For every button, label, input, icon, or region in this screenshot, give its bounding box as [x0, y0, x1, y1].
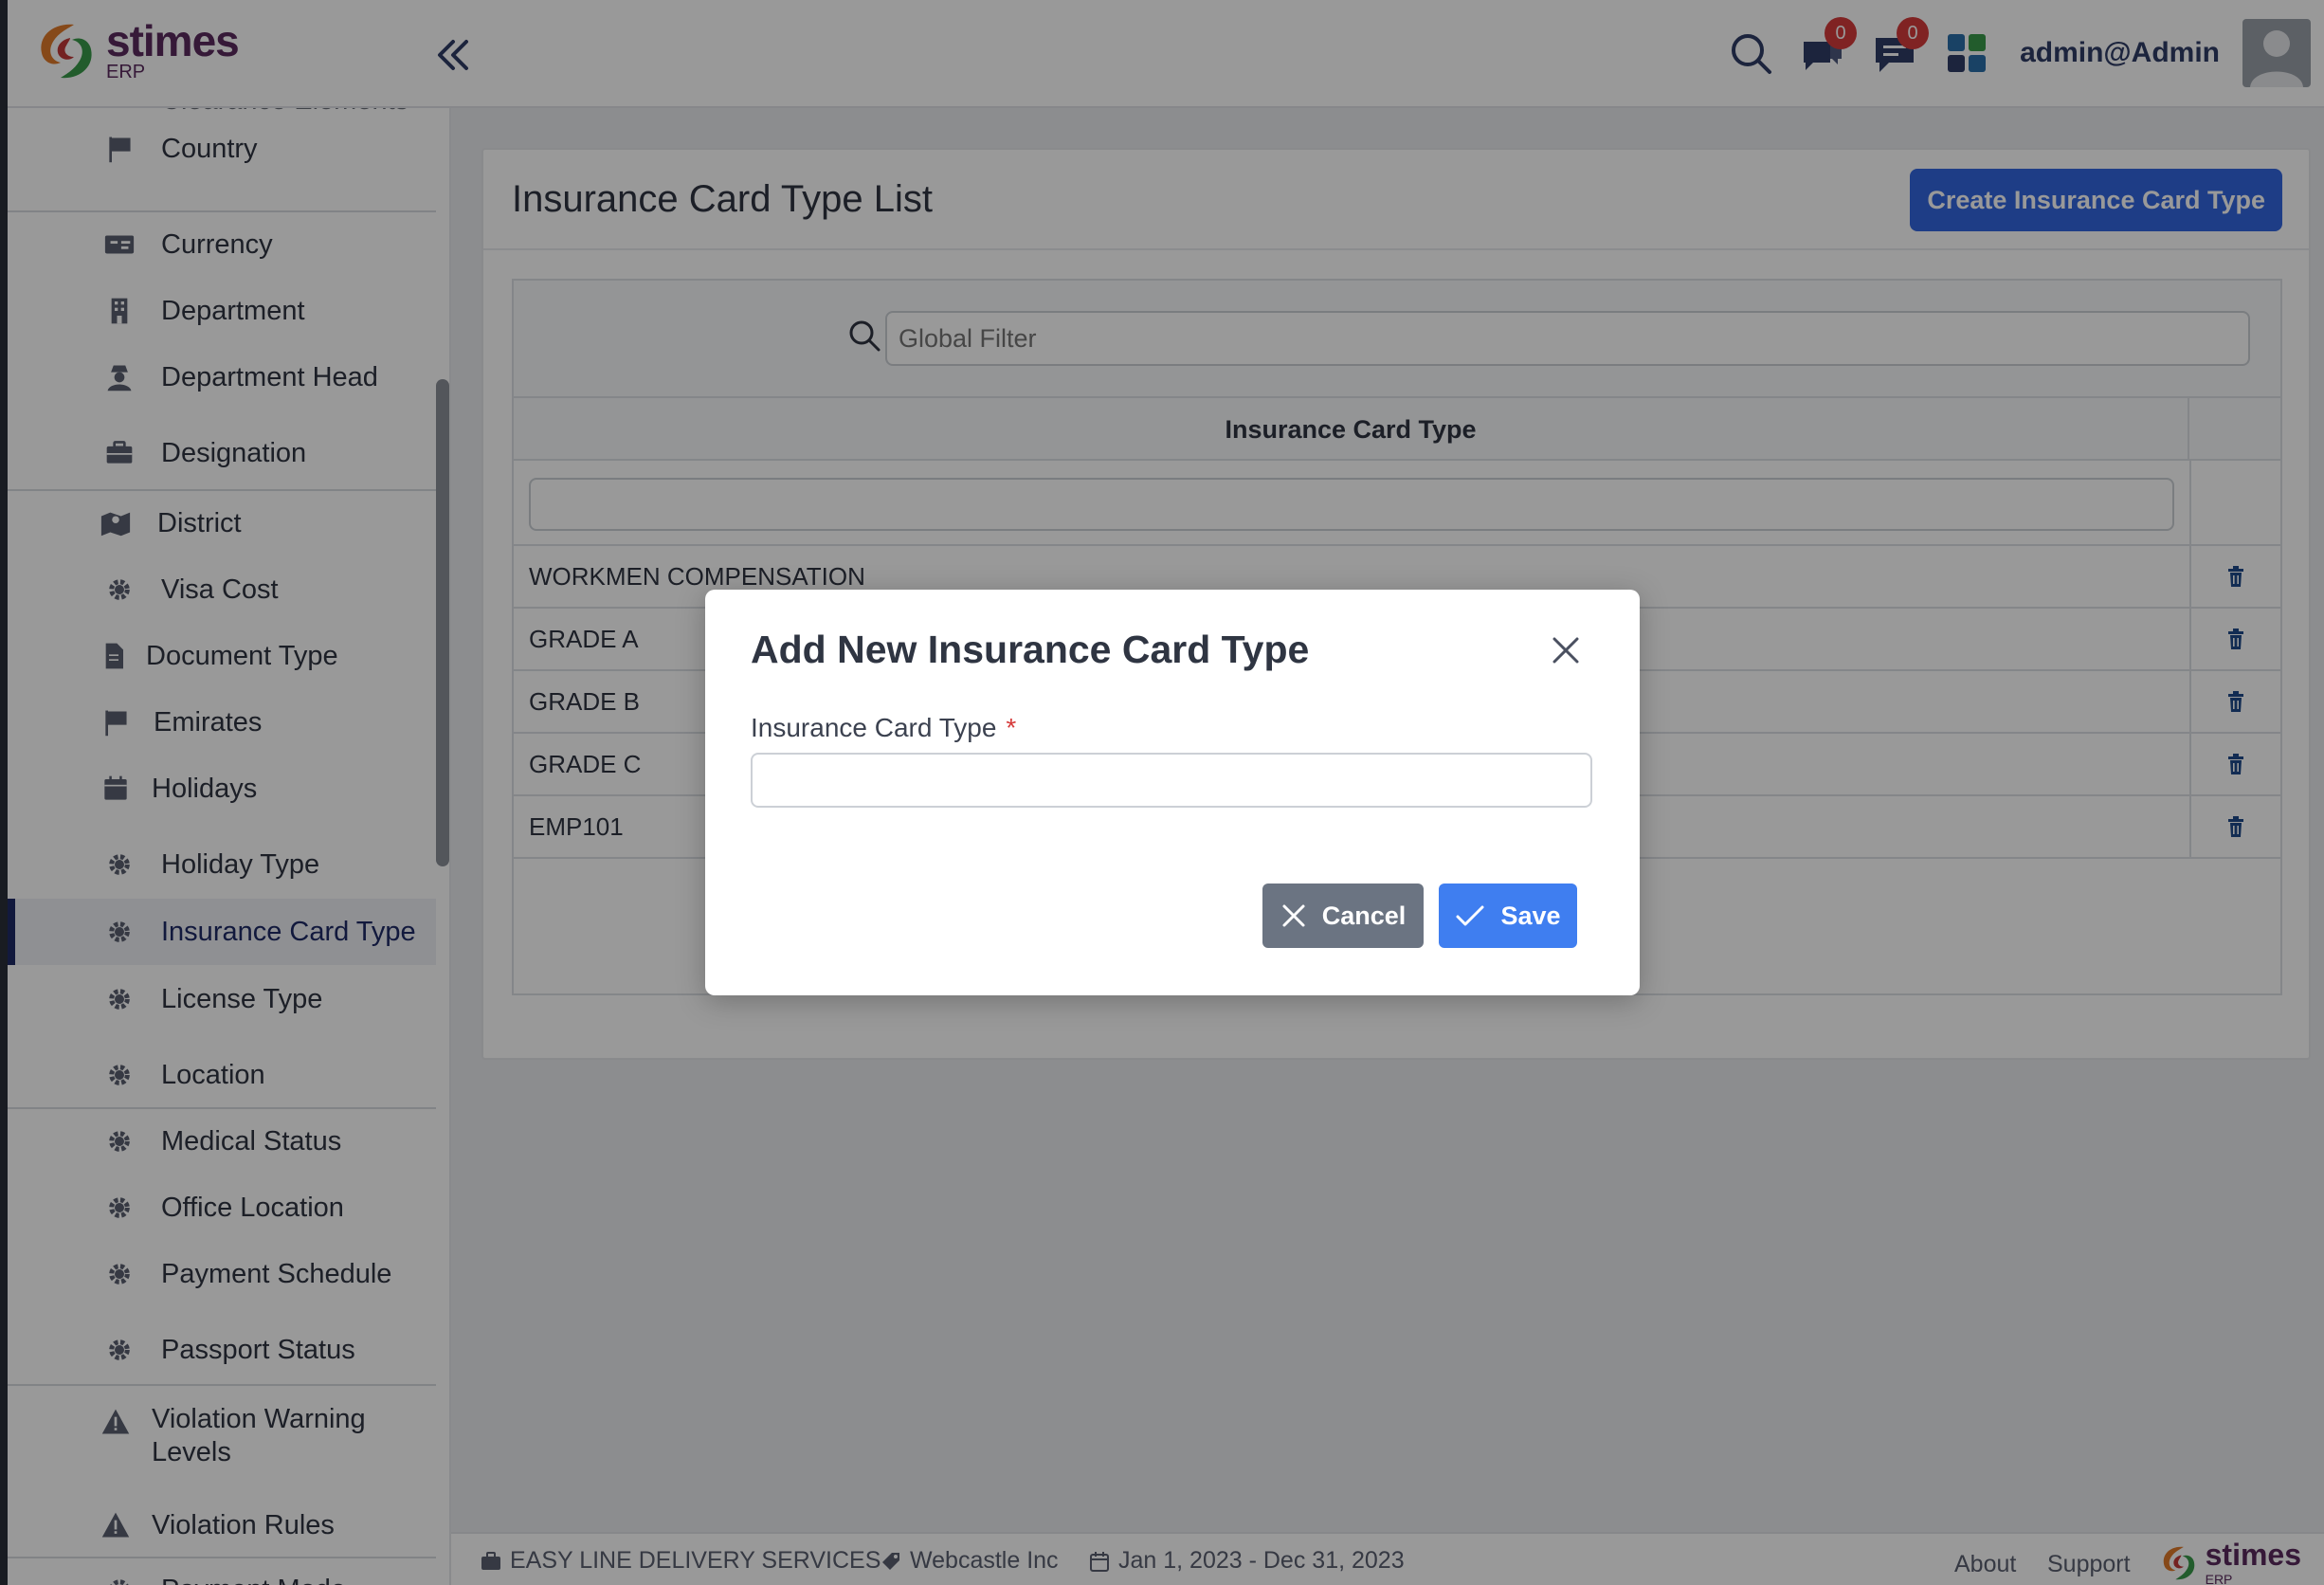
required-marker: * [1006, 713, 1017, 742]
insurance-card-type-label: Insurance Card Type * [751, 713, 1016, 743]
check-icon [1456, 905, 1484, 926]
field-label-text: Insurance Card Type [751, 713, 997, 742]
save-label: Save [1500, 901, 1561, 930]
cancel-button[interactable]: Cancel [1262, 884, 1424, 948]
insurance-card-type-input[interactable] [751, 753, 1592, 808]
cancel-label: Cancel [1321, 901, 1407, 930]
add-insurance-card-type-dialog: Add New Insurance Card Type Insurance Ca… [705, 590, 1640, 995]
close-icon [1282, 904, 1305, 927]
close-icon[interactable] [1549, 633, 1583, 667]
save-button[interactable]: Save [1439, 884, 1577, 948]
dialog-title: Add New Insurance Card Type [751, 628, 1310, 671]
